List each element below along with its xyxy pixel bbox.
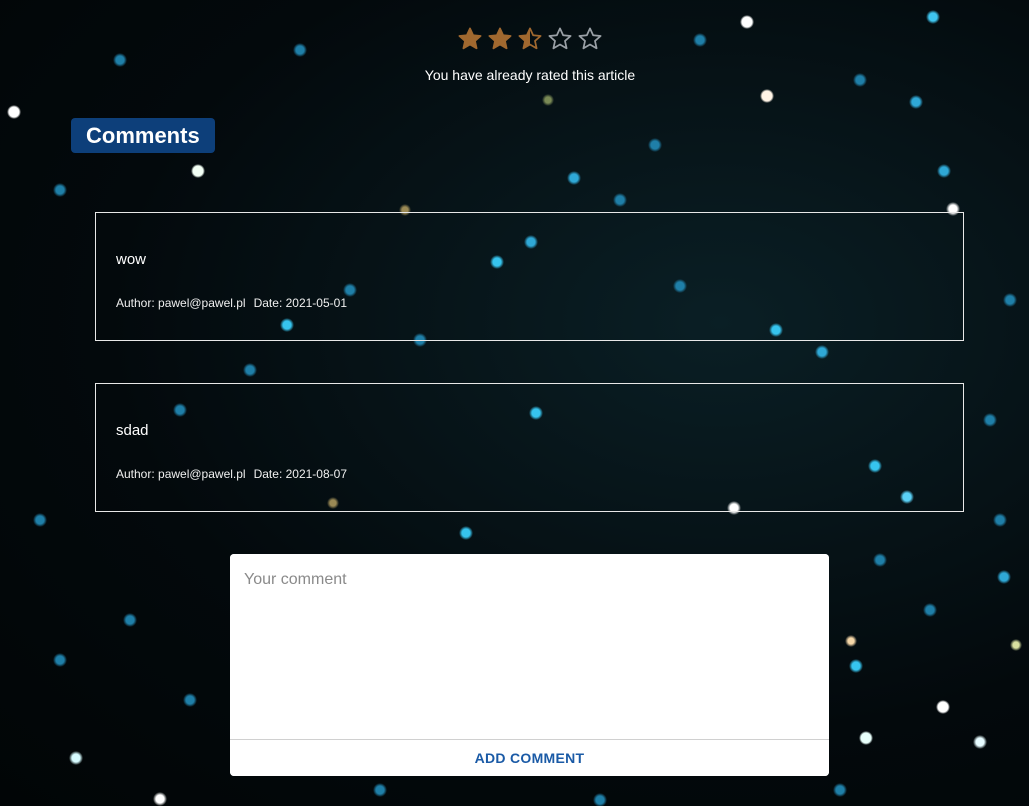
rating-section: You have already rated this article [0, 26, 1029, 83]
comment-date: Date: 2021-08-07 [253, 467, 347, 481]
comment-meta: Author: pawel@pawel.pl Date: 2021-08-07 [116, 467, 347, 481]
comment-card: sdad Author: pawel@pawel.pl Date: 2021-08… [95, 383, 964, 512]
comment-meta: Author: pawel@pawel.pl Date: 2021-05-01 [116, 296, 347, 310]
comment-card: wow Author: pawel@pawel.pl Date: 2021-05-… [95, 212, 964, 341]
star-icon[interactable] [517, 26, 543, 52]
star-icon[interactable] [487, 26, 513, 52]
star-icon[interactable] [547, 26, 573, 52]
comment-text: sdad [116, 422, 149, 439]
comment-author: Author: pawel@pawel.pl [116, 467, 246, 481]
comment-author: Author: pawel@pawel.pl [116, 296, 246, 310]
star-icon[interactable] [577, 26, 603, 52]
comment-input[interactable] [230, 554, 829, 740]
comments-heading: Comments [71, 118, 215, 153]
comment-date: Date: 2021-05-01 [253, 296, 347, 310]
add-comment-button[interactable]: ADD COMMENT [230, 740, 829, 776]
comment-text: wow [116, 251, 147, 268]
star-rating[interactable] [457, 26, 603, 52]
star-icon[interactable] [457, 26, 483, 52]
comment-form: ADD COMMENT [230, 554, 829, 776]
rating-message: You have already rated this article [424, 67, 636, 83]
